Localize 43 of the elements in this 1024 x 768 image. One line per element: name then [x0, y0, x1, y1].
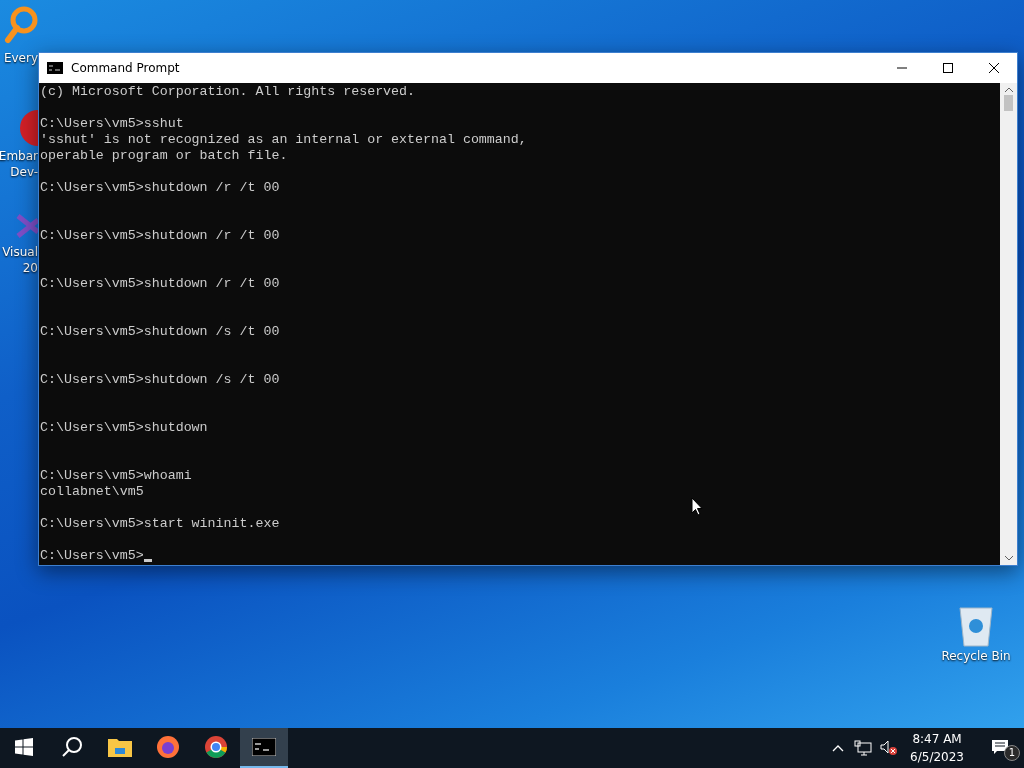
- scroll-up-icon[interactable]: [1004, 87, 1013, 93]
- scroll-thumb[interactable]: [1004, 95, 1013, 111]
- terminal-icon: [47, 62, 63, 74]
- icon-label: Embar: [0, 148, 38, 164]
- console-line: (c) Microsoft Corporation. All rights reserved.: [40, 84, 416, 99]
- icon-label: Recycle Bin: [941, 648, 1011, 664]
- taskbar-app[interactable]: [240, 728, 288, 768]
- terminal-icon[interactable]: [252, 738, 276, 756]
- windows-logo-icon: [15, 738, 33, 756]
- console-line: C:\Users\vm5>shutdown /s /t 00: [40, 372, 280, 387]
- icon-label: 20: [22, 260, 38, 276]
- console-line: C:\Users\vm5>shutdown /s /t 00: [40, 324, 280, 339]
- icon-label: Every: [3, 50, 38, 66]
- mouse-pointer-icon: [691, 497, 703, 516]
- notification-badge: 1: [1004, 745, 1020, 761]
- muted-speaker-icon[interactable]: [880, 740, 899, 756]
- scrollbar[interactable]: [1000, 83, 1017, 565]
- clock[interactable]: 8:47 AM 6/5/2023: [902, 730, 972, 766]
- console-line: collabnet\vm5: [40, 484, 144, 499]
- network-icon[interactable]: [854, 740, 873, 756]
- console-line: C:\Users\vm5>shutdown /r /t 00: [40, 228, 280, 243]
- folder-icon[interactable]: [108, 737, 132, 757]
- search-icon: [61, 736, 83, 758]
- console-line: C:\Users\vm5>sshut: [40, 116, 184, 131]
- console-line: 'sshut' is not recognized as an internal or external command,: [40, 132, 527, 147]
- notification-button[interactable]: 1: [976, 728, 1024, 768]
- close-icon: [988, 62, 1000, 74]
- maximize-icon: [943, 63, 953, 73]
- console-line: operable program or batch file.: [40, 148, 288, 163]
- console-line: C:\Users\vm5>shutdown /r /t 00: [40, 180, 280, 195]
- icon-label: Visual: [2, 244, 38, 260]
- chrome-icon[interactable]: [204, 735, 228, 759]
- scroll-down-icon[interactable]: [1004, 555, 1013, 561]
- app-icon: [20, 110, 38, 146]
- icon-label: Dev-: [10, 164, 38, 180]
- console-line: C:\Users\vm5>: [40, 548, 144, 563]
- chevron-up-icon[interactable]: [832, 744, 845, 752]
- window-title: Command Prompt: [71, 61, 181, 75]
- console-line: C:\Users\vm5>shutdown /r /t 00: [40, 276, 280, 291]
- console-line: C:\Users\vm5>whoami: [40, 468, 192, 483]
- console-line: C:\Users\vm5>shutdown: [40, 420, 208, 435]
- message-icon: [991, 739, 1009, 755]
- console-line: C:\Users\vm5>start wininit.exe: [40, 516, 280, 531]
